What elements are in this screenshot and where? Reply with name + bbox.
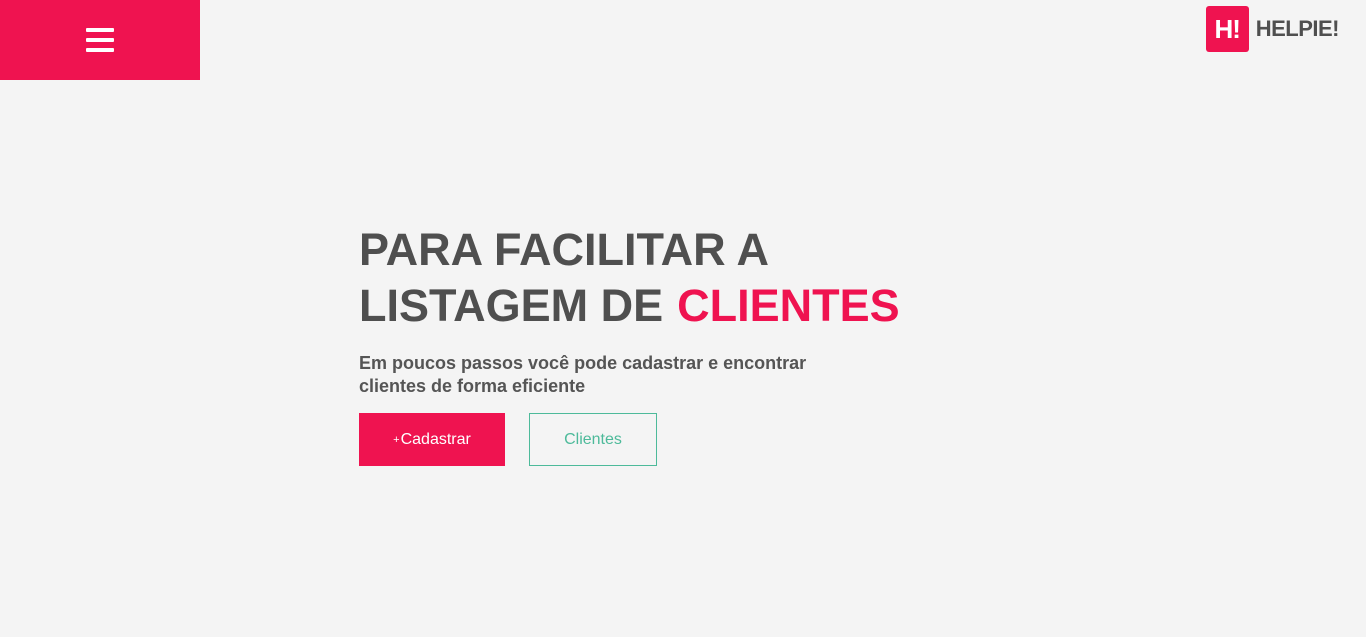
register-button[interactable]: + Cadastrar <box>359 413 505 466</box>
hamburger-line <box>86 28 114 32</box>
hero-title-line-1: PARA FACILITAR A <box>359 224 769 275</box>
hero-title: PARA FACILITAR A LISTAGEM DE CLIENTES <box>359 222 900 334</box>
register-button-label: Cadastrar <box>400 430 471 448</box>
hamburger-line <box>86 38 114 42</box>
logo-mark: H! <box>1205 6 1249 52</box>
brand-logo[interactable]: H! HELPIE! <box>1205 6 1340 52</box>
logo-text: HELPIE! <box>1255 16 1340 41</box>
menu-toggle-button[interactable] <box>0 0 200 80</box>
plus-icon: + <box>393 433 400 446</box>
clients-button-label: Clientes <box>564 430 622 448</box>
hero-subtitle-line-2: clientes de forma eficiente <box>359 376 586 396</box>
hero-title-line-2: LISTAGEM DE <box>359 280 664 331</box>
clients-button[interactable]: Clientes <box>529 413 657 466</box>
hero-subtitle-line-1: Em poucos passos você pode cadastrar e e… <box>359 353 807 373</box>
hero-section: PARA FACILITAR A LISTAGEM DE CLIENTES Em … <box>359 222 900 466</box>
hero-subtitle: Em poucos passos você pode cadastrar e e… <box>359 352 859 398</box>
hero-actions: + Cadastrar Clientes <box>359 413 900 466</box>
hamburger-menu-icon <box>86 28 114 52</box>
hero-title-highlight: CLIENTES <box>677 280 900 331</box>
hamburger-line <box>86 48 114 52</box>
